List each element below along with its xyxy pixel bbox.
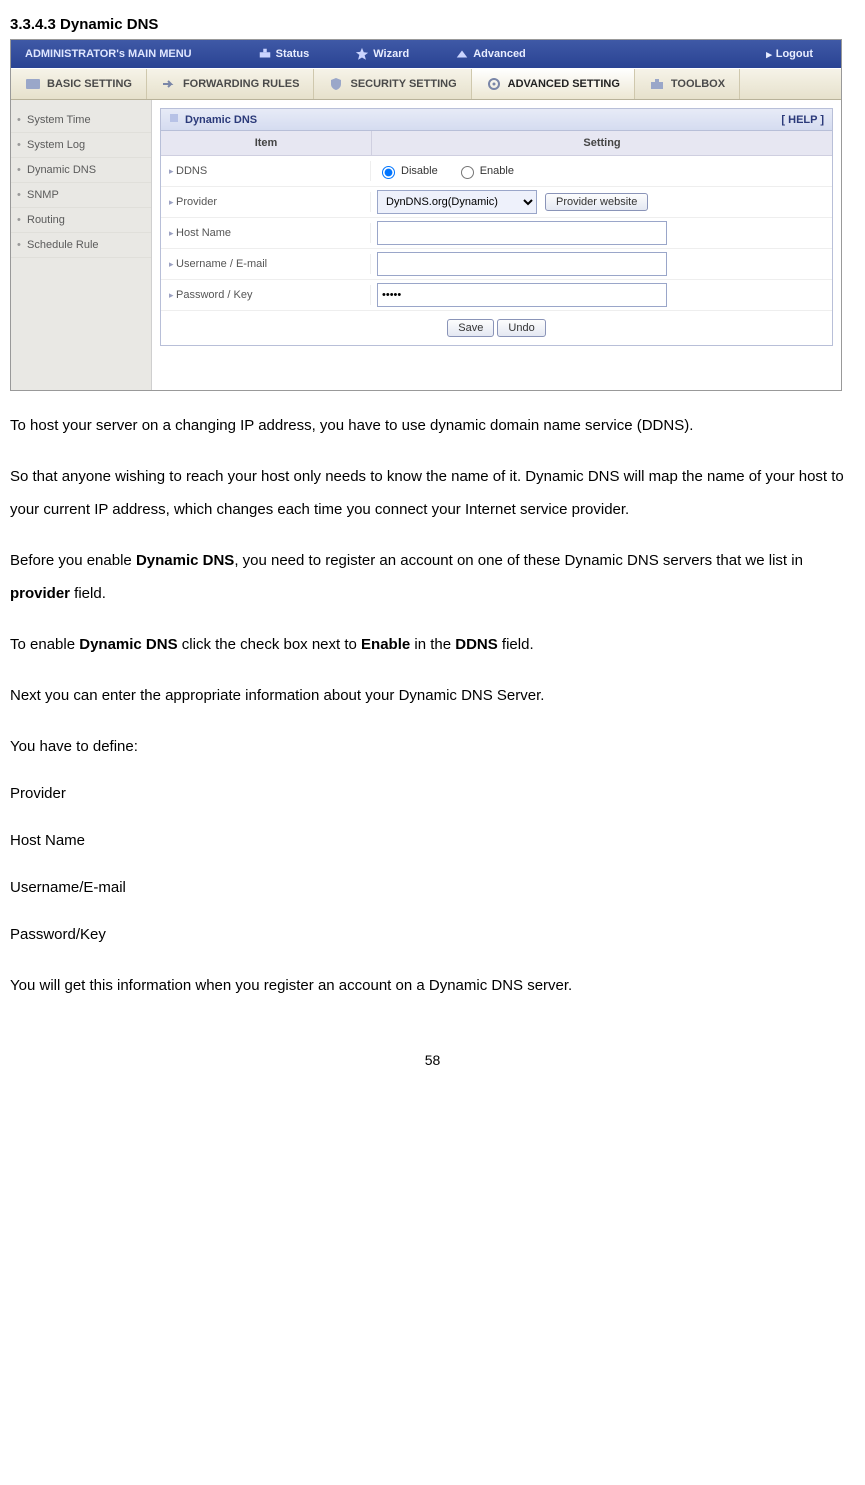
status-icon [258,47,272,61]
sidebar-item-snmp[interactable]: SNMP [11,183,151,208]
row-password: Password / Key [161,280,832,311]
help-link[interactable]: [ HELP ] [781,114,824,126]
paragraph-1: To host your server on a changing IP add… [10,409,855,442]
grid-header-row: Item Setting [161,131,832,156]
basic-icon [25,77,41,91]
radio-disable-wrap[interactable]: Disable [377,163,438,179]
column-header-item: Item [161,131,372,155]
nav-wizard-label: Wizard [373,48,409,60]
wizard-icon [355,47,369,61]
label-password: Password / Key [161,285,371,305]
panel-title: Dynamic DNS [185,114,257,126]
label-ddns: DDNS [161,161,371,181]
main-menu-bar: ADMINISTRATOR's MAIN MENU Status Wizard … [11,40,841,68]
section-heading: 3.3.4.3 Dynamic DNS [10,16,855,33]
password-input[interactable] [377,283,667,307]
square-icon [169,113,179,126]
sidebar-item-system-log[interactable]: System Log [11,133,151,158]
paragraph-5: Next you can enter the appropriate infor… [10,679,855,712]
tab-basic-setting[interactable]: BASIC SETTING [11,69,147,99]
nav-logout[interactable]: ▸ Logout [766,48,813,61]
radio-enable[interactable] [461,166,474,179]
main-menu-title: ADMINISTRATOR's MAIN MENU [25,48,192,60]
paragraph-4: To enable Dynamic DNS click the check bo… [10,628,855,661]
tab-forwarding-rules[interactable]: FORWARDING RULES [147,69,315,99]
row-hostname: Host Name [161,218,832,249]
tab-toolbox[interactable]: TOOLBOX [635,69,740,99]
sidebar-item-system-time[interactable]: System Time [11,108,151,133]
label-provider: Provider [161,192,371,212]
advanced-icon [455,47,469,61]
content-area: Dynamic DNS [ HELP ] Item Setting DDNS D… [152,100,841,390]
nav-status-label: Status [276,48,310,60]
row-username: Username / E-mail [161,249,832,280]
panel-header: Dynamic DNS [ HELP ] [161,109,832,131]
label-hostname: Host Name [161,223,371,243]
tab-forwarding-label: FORWARDING RULES [183,78,300,90]
label-username: Username / E-mail [161,254,371,274]
nav-advanced-label: Advanced [473,48,526,60]
security-icon [328,77,344,91]
toolbox-icon [649,77,665,91]
page-number: 58 [10,1052,855,1068]
button-row: Save Undo [161,311,832,345]
sidebar-item-dynamic-dns[interactable]: Dynamic DNS [11,158,151,183]
sidebar-item-schedule-rule[interactable]: Schedule Rule [11,233,151,258]
save-button[interactable]: Save [447,319,494,337]
tab-advanced-setting[interactable]: ADVANCED SETTING [472,69,635,99]
tab-strip: BASIC SETTING FORWARDING RULES SECURITY … [11,68,841,100]
nav-logout-label: Logout [776,48,813,60]
username-input[interactable] [377,252,667,276]
provider-website-button[interactable]: Provider website [545,193,648,211]
document-body: To host your server on a changing IP add… [10,409,855,1002]
paragraph-8: Host Name [10,824,855,857]
paragraph-7: Provider [10,777,855,810]
tab-security-setting[interactable]: SECURITY SETTING [314,69,471,99]
row-provider: Provider DynDNS.org(Dynamic) Provider we… [161,187,832,218]
sidebar-item-routing[interactable]: Routing [11,208,151,233]
radio-enable-wrap[interactable]: Enable [456,163,514,179]
sidebar: System Time System Log Dynamic DNS SNMP … [11,100,152,390]
hostname-input[interactable] [377,221,667,245]
tab-basic-label: BASIC SETTING [47,78,132,90]
paragraph-6: You have to define: [10,730,855,763]
paragraph-9: Username/E-mail [10,871,855,904]
radio-enable-label: Enable [480,165,514,177]
column-header-setting: Setting [372,131,832,155]
row-ddns: DDNS Disable Enable [161,156,832,187]
nav-advanced[interactable]: Advanced [455,47,526,61]
undo-button[interactable]: Undo [497,319,545,337]
provider-select[interactable]: DynDNS.org(Dynamic) [377,190,537,214]
triangle-icon: ▸ [766,48,772,61]
paragraph-3: Before you enable Dynamic DNS, you need … [10,544,855,610]
paragraph-11: You will get this information when you r… [10,969,855,1002]
tab-security-label: SECURITY SETTING [350,78,456,90]
advanced-tab-icon [486,77,502,91]
dynamic-dns-panel: Dynamic DNS [ HELP ] Item Setting DDNS D… [160,108,833,346]
tab-advanced-label: ADVANCED SETTING [508,78,620,90]
forwarding-icon [161,77,177,91]
paragraph-2: So that anyone wishing to reach your hos… [10,460,855,526]
radio-disable[interactable] [382,166,395,179]
tab-toolbox-label: TOOLBOX [671,78,725,90]
nav-status[interactable]: Status [258,47,310,61]
radio-disable-label: Disable [401,165,438,177]
router-admin-screenshot: ADMINISTRATOR's MAIN MENU Status Wizard … [10,39,842,391]
nav-wizard[interactable]: Wizard [355,47,409,61]
paragraph-10: Password/Key [10,918,855,951]
